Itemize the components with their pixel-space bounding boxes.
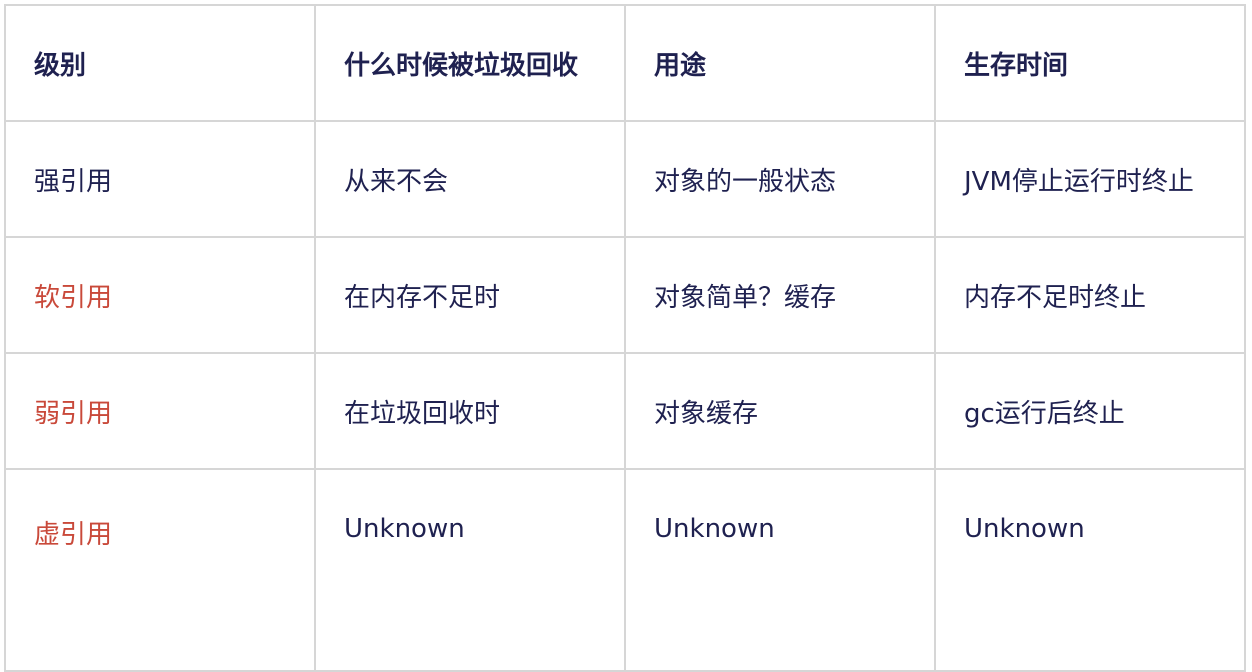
cell-level: 虚引用 bbox=[4, 468, 316, 672]
cell-lifetime: JVM停止运行时终止 bbox=[934, 120, 1246, 238]
cell-gc-timing: 在内存不足时 bbox=[314, 236, 626, 354]
cell-lifetime: gc运行后终止 bbox=[934, 352, 1246, 470]
reference-types-table-wrapper: 级别 什么时候被垃圾回收 用途 生存时间 强引用 从来不会 对象的一般状态 JV… bbox=[4, 4, 1246, 672]
cell-lifetime: 内存不足时终止 bbox=[934, 236, 1246, 354]
table-row: 弱引用 在垃圾回收时 对象缓存 gc运行后终止 bbox=[4, 352, 1246, 470]
table-row: 强引用 从来不会 对象的一般状态 JVM停止运行时终止 bbox=[4, 120, 1246, 238]
cell-level: 软引用 bbox=[4, 236, 316, 354]
reference-types-table: 级别 什么时候被垃圾回收 用途 生存时间 强引用 从来不会 对象的一般状态 JV… bbox=[4, 4, 1246, 672]
cell-level: 强引用 bbox=[4, 120, 316, 238]
header-usage: 用途 bbox=[624, 4, 936, 122]
table-row: 软引用 在内存不足时 对象简单？缓存 内存不足时终止 bbox=[4, 236, 1246, 354]
header-lifetime: 生存时间 bbox=[934, 4, 1246, 122]
table-header-row: 级别 什么时候被垃圾回收 用途 生存时间 bbox=[4, 4, 1246, 122]
cell-level: 弱引用 bbox=[4, 352, 316, 470]
cell-gc-timing: 从来不会 bbox=[314, 120, 626, 238]
header-gc-timing: 什么时候被垃圾回收 bbox=[314, 4, 626, 122]
cell-lifetime: Unknown bbox=[934, 468, 1246, 672]
table-row: 虚引用 Unknown Unknown Unknown bbox=[4, 468, 1246, 672]
cell-usage: 对象缓存 bbox=[624, 352, 936, 470]
cell-gc-timing: Unknown bbox=[314, 468, 626, 672]
cell-usage: Unknown bbox=[624, 468, 936, 672]
cell-gc-timing: 在垃圾回收时 bbox=[314, 352, 626, 470]
cell-usage: 对象的一般状态 bbox=[624, 120, 936, 238]
header-level: 级别 bbox=[4, 4, 316, 122]
cell-usage: 对象简单？缓存 bbox=[624, 236, 936, 354]
